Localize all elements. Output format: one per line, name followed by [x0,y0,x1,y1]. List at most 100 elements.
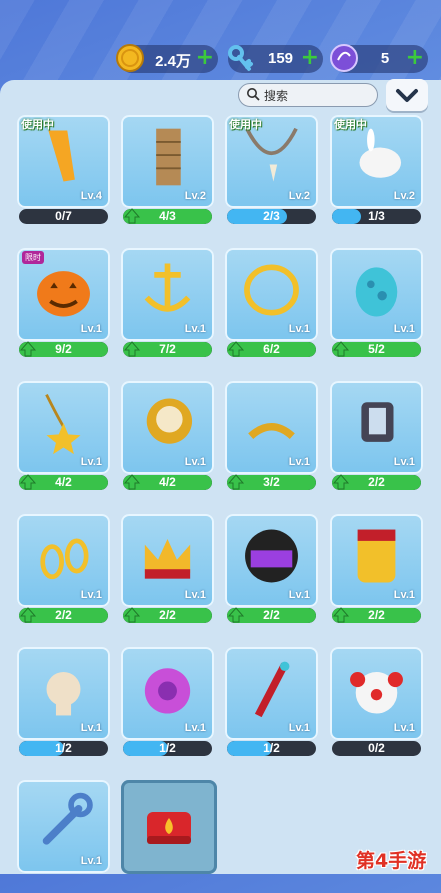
fire-hat-icon [147,812,191,844]
item-count: 1/3 [368,209,385,223]
clock-bell-icon [146,398,193,444]
item-level: Lv.1 [80,722,102,734]
royal-crown-icon [144,539,191,579]
item-count: 0/7 [55,209,72,223]
purple-orb-icon [330,44,358,72]
item-card[interactable]: Lv.1 1/2 [121,647,214,760]
coin-balance: 2.4万 + [116,44,218,73]
item-card[interactable]: 使用中 Lv.2 2/3 [225,115,318,228]
progress-bar: 1/3 [332,209,421,224]
tan-head-icon [46,672,81,716]
key-balance: 159 + [228,45,323,73]
upgrade-arrow-icon [123,341,141,357]
upgrade-arrow-icon [227,607,245,623]
item-card[interactable]: Lv.1 2/2 [17,514,110,627]
progress-bar: 0/7 [19,209,108,224]
progress-bar: 1/2 [227,741,316,756]
add-gems-button[interactable]: + [406,47,424,69]
item-level: Lv.2 [184,190,206,202]
item-card[interactable]: Lv.1 2/2 [330,381,423,494]
add-coins-button[interactable]: + [196,47,214,69]
item-level: Lv.1 [184,589,206,601]
item-level: Lv.4 [80,190,102,202]
item-card[interactable]: 使用中 Lv.4 0/7 [17,115,110,228]
collapse-toggle-button[interactable] [386,79,428,111]
upgrade-arrow-icon [123,474,141,490]
item-card[interactable]: 限时 Lv.1 9/2 [17,248,110,361]
progress-bar: 1/2 [123,741,212,756]
item-level: Lv.2 [393,190,415,202]
clown-face-icon [350,672,403,714]
item-card[interactable]: Lv.1 0/2 [330,647,423,760]
item-card[interactable]: Lv.1 1/2 [17,647,110,760]
item-level: Lv.1 [184,323,206,335]
golden-ring-icon [244,264,299,316]
chevron-down-icon [396,89,418,102]
item-card[interactable]: Lv.1 2/2 [225,514,318,627]
golden-mustache-icon [248,423,295,440]
progress-bar: 1/2 [19,741,108,756]
item-level: Lv.1 [393,589,415,601]
item-level: Lv.1 [393,456,415,468]
racing-helmet-icon [245,529,298,583]
item-level: Lv.1 [184,722,206,734]
item-level: Lv.1 [393,323,415,335]
star-necklace-icon [45,394,81,455]
purple-flower-icon [144,668,191,714]
progress-bar: 0/2 [332,741,421,756]
key-value: 159 [267,50,294,67]
upgrade-arrow-icon [19,341,37,357]
item-card[interactable]: Lv.1 2/2 [121,514,214,627]
item-card[interactable]: Lv.2 4/3 [121,115,214,228]
in-use-tag: 使用中 [21,118,54,131]
selected-item-slot[interactable] [121,780,217,874]
gold-coin-icon [116,44,144,72]
item-card[interactable]: Lv.1 4/2 [17,381,110,494]
item-level: Lv.1 [393,722,415,734]
search-placeholder: 搜索 [264,89,289,103]
tower-building-icon [156,128,181,186]
upgrade-arrow-icon [123,607,141,623]
search-input[interactable]: 搜索 [238,83,378,107]
item-count: 1/2 [263,741,280,755]
item-count: 1/2 [55,741,72,755]
limited-time-badge: 限时 [22,251,44,264]
item-card[interactable]: Lv.1 6/2 [225,248,318,361]
item-card[interactable]: Lv.1 2/2 [330,514,423,627]
item-level: Lv.1 [80,589,102,601]
item-card[interactable]: Lv.1 5/2 [330,248,423,361]
watermark: 第4手游 [356,850,427,872]
item-card[interactable]: Lv.1 1/2 [225,647,318,760]
item-level: Lv.1 [80,855,102,867]
spotted-egg-icon [355,267,398,317]
red-staff-icon [254,661,290,718]
item-card[interactable]: Lv.1 4/2 [121,381,214,494]
upgrade-arrow-icon [227,474,245,490]
wrench-key-icon [42,792,93,845]
jack-o-lantern-icon [37,271,90,317]
gem-balance: 5 + [330,44,428,73]
item-card[interactable]: 使用中 Lv.2 1/3 [330,115,423,228]
item-level: Lv.2 [288,190,310,202]
gem-value: 5 [380,50,390,67]
item-card[interactable]: Lv.1 [17,780,110,893]
search-icon [247,88,260,101]
key-icon [228,45,253,71]
item-level: Lv.1 [288,323,310,335]
coin-value: 2.4万 [155,53,191,70]
golden-earrings-icon [40,538,89,580]
item-count: 1/2 [159,741,176,755]
in-use-tag: 使用中 [334,118,367,131]
item-card[interactable]: Lv.1 7/2 [121,248,214,361]
fang-necklace-icon [245,127,298,182]
item-count: 2/3 [263,209,280,223]
item-count: 0/2 [368,741,385,755]
progress-bar: 2/3 [227,209,316,224]
orange-sash-icon [48,130,75,182]
item-card[interactable]: Lv.1 3/2 [225,381,318,494]
upgrade-arrow-icon [332,607,350,623]
item-level: Lv.1 [184,456,206,468]
item-level: Lv.1 [288,589,310,601]
add-keys-button[interactable]: + [301,47,319,69]
gold-mask-can-icon [357,529,396,583]
